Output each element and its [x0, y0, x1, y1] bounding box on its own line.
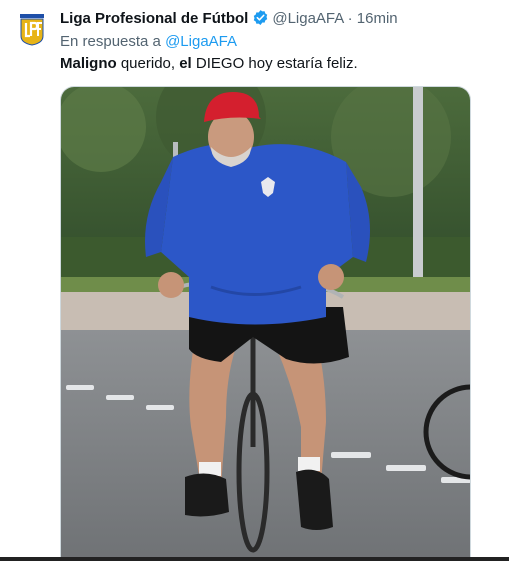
- author-name[interactable]: Liga Profesional de Fútbol: [60, 10, 248, 27]
- reply-prefix: En respuesta a: [60, 33, 161, 50]
- tweet-timestamp[interactable]: 16min: [357, 10, 398, 27]
- verified-badge-icon: [252, 9, 269, 32]
- tweet-text-bold-2: el: [179, 55, 192, 72]
- tweet-text: Maligno querido, el DIEGO hoy estaría fe…: [60, 54, 358, 74]
- tweet-header: Liga Profesional de Fútbol @LigaAFA · 16m…: [60, 9, 398, 32]
- author-handle[interactable]: @LigaAFA: [272, 10, 343, 27]
- avatar[interactable]: [20, 14, 44, 46]
- header-separator: ·: [347, 10, 353, 27]
- tweet-text-part-2: DIEGO hoy estaría feliz.: [191, 55, 358, 72]
- reply-context: En respuesta a @LigaAFA: [60, 32, 237, 52]
- tweet-text-bold-1: Maligno: [60, 55, 117, 72]
- bottom-divider: [0, 557, 509, 561]
- lpf-logo-icon: [20, 14, 44, 46]
- tweet-text-part-1: querido,: [116, 55, 180, 72]
- photo-illustration: [61, 87, 470, 561]
- reply-mention-link[interactable]: @LigaAFA: [165, 33, 237, 50]
- tweet-media-photo[interactable]: [60, 86, 471, 561]
